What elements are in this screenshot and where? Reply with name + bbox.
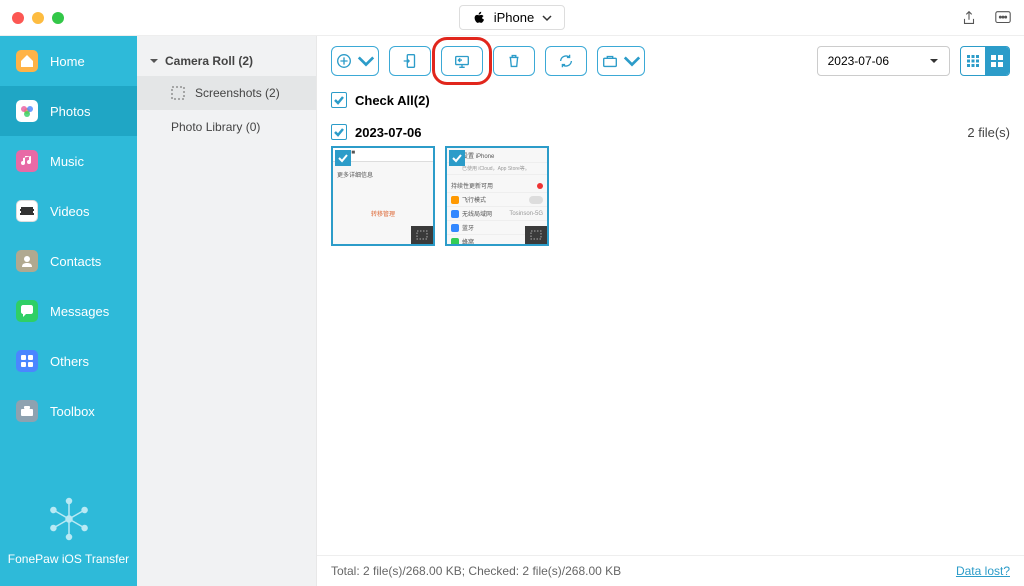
sidebar-item-home[interactable]: Home (0, 36, 137, 86)
chevron-down-icon (623, 52, 641, 70)
album-list: Camera Roll (2) Screenshots (2) Photo Li… (137, 36, 317, 586)
screenshot-album-icon (171, 86, 185, 100)
caret-down-icon (149, 56, 159, 66)
album-item-label: Screenshots (2) (195, 86, 280, 100)
feedback-icon[interactable] (994, 9, 1012, 27)
date-section-header: 2023-07-06 2 file(s) (317, 114, 1024, 146)
share-icon[interactable] (960, 9, 978, 27)
status-text: Total: 2 file(s)/268.00 KB; Checked: 2 f… (331, 564, 621, 578)
plus-icon (335, 52, 353, 70)
grid-small-icon (966, 54, 980, 68)
check-all-label: Check All(2) (355, 93, 430, 108)
others-icon (16, 350, 38, 372)
window-controls (12, 12, 64, 24)
briefcase-icon (601, 52, 619, 70)
grid-large-icon (990, 54, 1004, 68)
chevron-down-icon (542, 13, 552, 23)
check-all-checkbox[interactable] (331, 92, 347, 108)
screenshot-badge-icon (525, 226, 547, 244)
album-header-label: Camera Roll (2) (165, 54, 253, 68)
sidebar: Home Photos Music Videos Contacts Messag… (0, 36, 137, 586)
maximize-window-icon[interactable] (52, 12, 64, 24)
album-item-label: Photo Library (0) (171, 120, 260, 134)
thumbnail-grid: ■■■■■ 更多详细信息 转移管理 设置 iPhone 已使用 iCloud，A… (317, 146, 1024, 246)
device-selector[interactable]: iPhone (459, 5, 565, 30)
trash-icon (505, 52, 523, 70)
section-checkbox[interactable] (331, 124, 347, 140)
sidebar-item-label: Messages (50, 304, 109, 319)
view-toggle (960, 46, 1010, 76)
thumbnail-checkbox[interactable] (335, 150, 351, 166)
export-device-icon (401, 52, 419, 70)
date-filter-value: 2023-07-06 (828, 54, 889, 68)
videos-icon (16, 200, 38, 222)
view-small-grid[interactable] (961, 47, 985, 75)
sidebar-item-label: Others (50, 354, 89, 369)
screenshot-badge-icon (411, 226, 433, 244)
brand-text: FonePaw iOS Transfer (0, 552, 137, 566)
export-pc-icon (453, 52, 471, 70)
home-icon (16, 50, 38, 72)
sidebar-item-messages[interactable]: Messages (0, 286, 137, 336)
refresh-icon (557, 52, 575, 70)
caret-down-icon (929, 56, 939, 66)
folder-button[interactable] (597, 46, 645, 76)
contacts-icon (16, 250, 38, 272)
messages-icon (16, 300, 38, 322)
sidebar-item-label: Home (50, 54, 85, 69)
toolbar: 2023-07-06 (317, 36, 1024, 86)
section-count: 2 file(s) (967, 125, 1010, 140)
export-to-device-button[interactable] (389, 46, 431, 76)
add-button[interactable] (331, 46, 379, 76)
sidebar-item-label: Music (50, 154, 84, 169)
thumbnail-checkbox[interactable] (449, 150, 465, 166)
close-window-icon[interactable] (12, 12, 24, 24)
sidebar-item-label: Photos (50, 104, 90, 119)
album-item-screenshots[interactable]: Screenshots (2) (137, 76, 316, 110)
album-item-photo-library[interactable]: Photo Library (0) (137, 110, 316, 144)
apple-icon (472, 11, 486, 25)
music-icon (16, 150, 38, 172)
data-lost-link[interactable]: Data lost? (956, 564, 1010, 578)
view-large-grid[interactable] (985, 47, 1009, 75)
album-header-camera-roll[interactable]: Camera Roll (2) (137, 46, 316, 76)
sidebar-item-music[interactable]: Music (0, 136, 137, 186)
sidebar-item-toolbox[interactable]: Toolbox (0, 386, 137, 436)
sidebar-item-label: Contacts (50, 254, 101, 269)
toolbox-icon (16, 400, 38, 422)
brand-logo: FonePaw iOS Transfer (0, 485, 137, 586)
thumbnail-item[interactable]: 设置 iPhone 已使用 iCloud，App Store等。 持续性更新可用… (445, 146, 549, 246)
photos-icon (16, 100, 38, 122)
chevron-down-icon (357, 52, 375, 70)
check-all-row: Check All(2) (317, 86, 1024, 114)
titlebar: iPhone (0, 0, 1024, 36)
section-date: 2023-07-06 (355, 125, 422, 140)
sidebar-item-videos[interactable]: Videos (0, 186, 137, 236)
sidebar-item-contacts[interactable]: Contacts (0, 236, 137, 286)
minimize-window-icon[interactable] (32, 12, 44, 24)
status-bar: Total: 2 file(s)/268.00 KB; Checked: 2 f… (317, 555, 1024, 586)
content-area: 2023-07-06 Check All(2) 2023-07-06 2 fil… (317, 36, 1024, 586)
sidebar-item-label: Toolbox (50, 404, 95, 419)
snowflake-icon (47, 497, 91, 541)
sidebar-item-others[interactable]: Others (0, 336, 137, 386)
delete-button[interactable] (493, 46, 535, 76)
thumbnail-item[interactable]: ■■■■■ 更多详细信息 转移管理 (331, 146, 435, 246)
sidebar-item-label: Videos (50, 204, 90, 219)
device-name: iPhone (494, 10, 534, 25)
export-to-pc-button[interactable] (441, 46, 483, 76)
date-filter-dropdown[interactable]: 2023-07-06 (817, 46, 950, 76)
sidebar-item-photos[interactable]: Photos (0, 86, 137, 136)
refresh-button[interactable] (545, 46, 587, 76)
